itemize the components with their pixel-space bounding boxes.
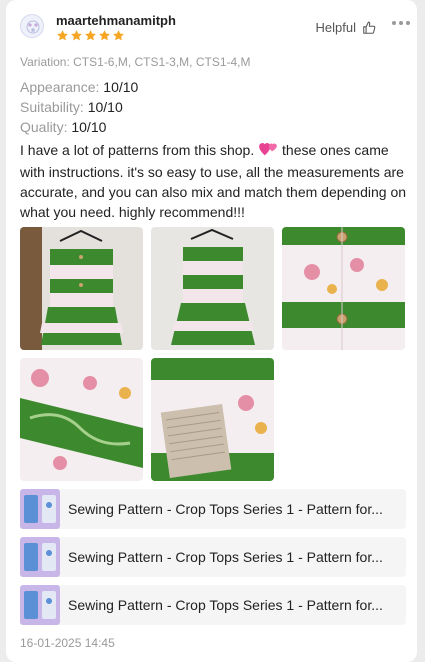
thumbs-up-icon (363, 21, 376, 34)
star-icon (85, 30, 96, 41)
product-link[interactable]: Sewing Pattern - Crop Tops Series 1 - Pa… (20, 585, 406, 625)
review-photo-3[interactable] (282, 227, 405, 350)
star-icon (99, 30, 110, 41)
review-date: 16-01-2025 14:45 (20, 636, 115, 650)
metric-suitability: Suitability: 10/10 (20, 99, 123, 115)
product-thumbnail (20, 489, 60, 529)
review-text-part1: I have a lot of patterns from this shop. (20, 142, 255, 158)
review-photo-5[interactable] (151, 358, 274, 481)
username[interactable]: maartehmanamitph (56, 13, 176, 28)
rating-metrics: Appearance: 10/10 Suitability: 10/10 Qua… (20, 77, 138, 137)
variation-text: Variation: CTS1-6,M, CTS1-3,M, CTS1-4,M (20, 55, 251, 69)
product-thumbnail (20, 537, 60, 577)
product-title: Sewing Pattern - Crop Tops Series 1 - Pa… (68, 597, 383, 613)
product-title: Sewing Pattern - Crop Tops Series 1 - Pa… (68, 501, 383, 517)
user-avatar[interactable] (20, 14, 44, 38)
product-link[interactable]: Sewing Pattern - Crop Tops Series 1 - Pa… (20, 489, 406, 529)
product-title: Sewing Pattern - Crop Tops Series 1 - Pa… (68, 549, 383, 565)
review-card: maartehmanamitph Helpful Variation: CTS1… (6, 0, 417, 662)
metric-quality: Quality: 10/10 (20, 119, 107, 135)
metric-appearance: Appearance: 10/10 (20, 79, 139, 95)
more-options-icon[interactable] (392, 21, 410, 25)
review-photos (20, 227, 410, 481)
star-icon (71, 30, 82, 41)
product-link[interactable]: Sewing Pattern - Crop Tops Series 1 - Pa… (20, 537, 406, 577)
review-photo-2[interactable] (151, 227, 274, 350)
star-icon (113, 30, 124, 41)
review-header: maartehmanamitph Helpful (20, 12, 410, 46)
rating-stars (56, 29, 125, 42)
review-text: I have a lot of patterns from this shop.… (20, 140, 410, 222)
review-photo-1[interactable] (20, 227, 143, 350)
helpful-button[interactable]: Helpful (316, 20, 376, 35)
product-thumbnail (20, 585, 60, 625)
helpful-label: Helpful (315, 20, 356, 35)
review-photo-4[interactable] (20, 358, 143, 481)
heart-emoji-icon (258, 141, 278, 162)
star-icon (57, 30, 68, 41)
product-list: Sewing Pattern - Crop Tops Series 1 - Pa… (20, 489, 406, 633)
